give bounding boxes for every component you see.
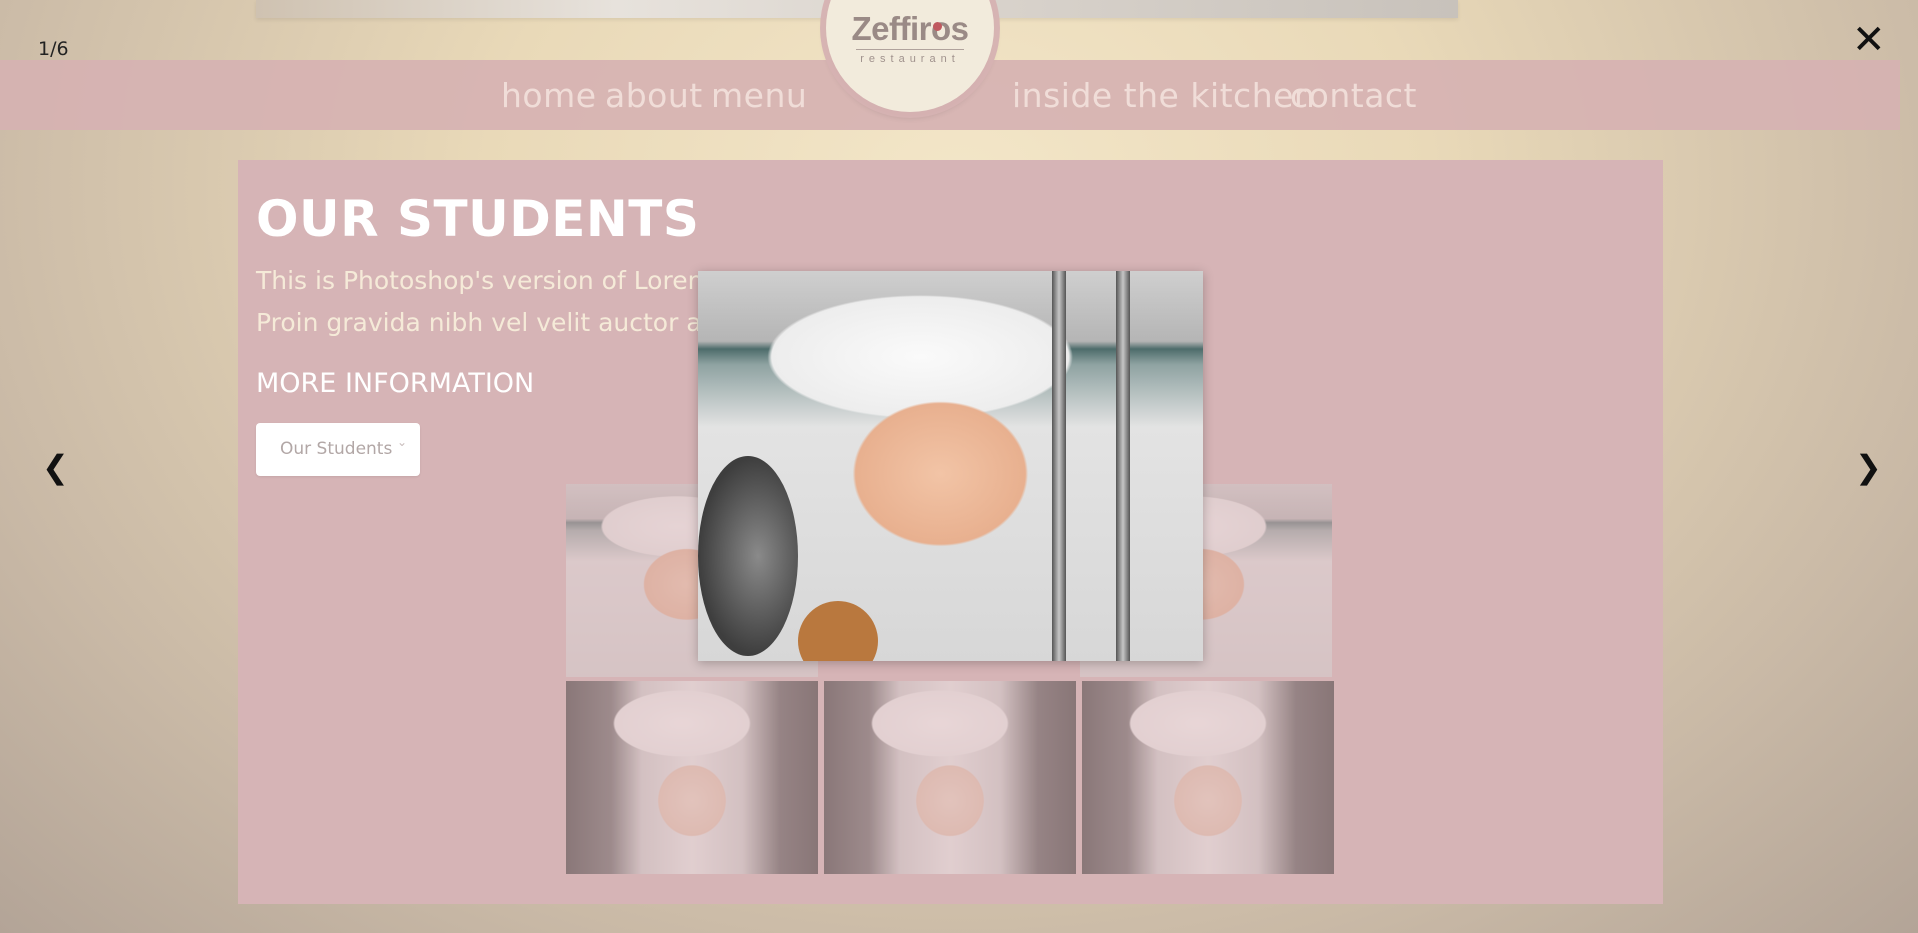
body-text-line-1: This is Photoshop's version of Lorem (256, 266, 712, 295)
thumbnail-chef-man-2[interactable] (824, 681, 1076, 874)
students-select[interactable]: Our Students ⌄ (256, 423, 420, 476)
nav-inside-the-kitchen[interactable]: inside the kitchen (1012, 76, 1315, 115)
lightbox-main-image (698, 271, 1203, 661)
utensil-shape (1052, 271, 1066, 661)
body-text-line-2: Proin gravida nibh vel velit auctor ali (256, 308, 716, 337)
nav-about[interactable]: about (605, 76, 703, 115)
logo-subtitle: restaurant (860, 53, 960, 65)
nav-menu[interactable]: menu (711, 76, 807, 115)
wooden-spoon-shape (798, 601, 878, 661)
next-arrow-icon[interactable]: ❯ (1855, 448, 1882, 486)
lightbox-counter: 1/6 (38, 38, 69, 60)
logo-cherry-dot (933, 22, 942, 31)
chevron-down-icon: ⌄ (397, 435, 408, 449)
nav-home[interactable]: home (501, 76, 597, 115)
pan-shape (698, 456, 798, 656)
logo-divider (856, 49, 964, 50)
thumbnail-chef-man-3[interactable] (1082, 681, 1334, 874)
nav-contact[interactable]: contact (1290, 76, 1417, 115)
thumbnail-chef-man-1[interactable] (566, 681, 818, 874)
prev-arrow-icon[interactable]: ❮ (42, 448, 69, 486)
page-title: OUR STUDENTS (256, 190, 700, 248)
utensil-shape (1116, 271, 1130, 661)
logo-wordmark: Zeffiros (851, 10, 969, 47)
more-information-heading: MORE INFORMATION (256, 368, 535, 399)
close-icon[interactable]: ✕ (1852, 20, 1886, 60)
select-value: Our Students (280, 439, 393, 459)
